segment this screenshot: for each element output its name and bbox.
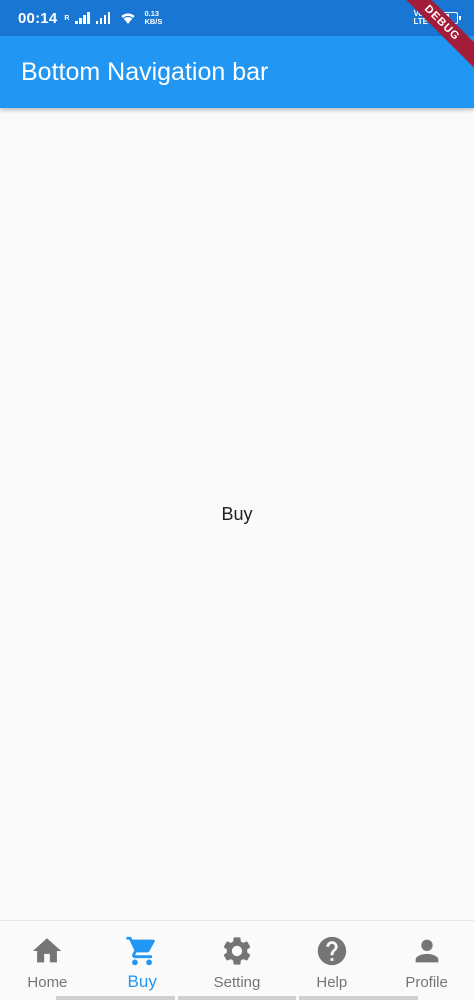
nav-item-setting[interactable]: Setting [190,921,285,1000]
nav-item-buy[interactable]: Buy [95,921,190,1000]
status-left: 00:14 R 0.13 KB/S [18,10,162,27]
nav-item-help[interactable]: Help [284,921,379,1000]
signal-icon-2 [95,12,111,24]
gear-icon [219,933,255,969]
app-title: Bottom Navigation bar [21,57,269,86]
nav-item-profile[interactable]: Profile [379,921,474,1000]
status-bar: 00:14 R 0.13 KB/S Vo LTE [0,0,474,36]
home-icon [29,933,65,969]
bottom-navigation-bar: Home Buy Setting Help Profile [0,920,474,1000]
gesture-bar [56,996,419,1000]
net-speed-unit: KB/S [144,17,163,26]
nav-item-label: Setting [213,974,261,991]
page-content-text: Buy [221,503,253,524]
nav-item-label: Home [27,974,68,991]
page-content: Buy [0,108,474,920]
app-bar: Bottom Navigation bar [0,36,474,108]
signal-icon [75,12,90,24]
cart-icon [124,933,160,969]
roaming-indicator: R [64,14,70,22]
nav-item-label: Help [316,974,348,991]
nav-item-label: Profile [405,974,448,991]
status-time: 00:14 [18,9,58,27]
wifi-icon [121,13,136,24]
nav-item-label: Buy [127,972,157,991]
help-icon [314,933,350,969]
net-speed: 0.13 KB/S [144,10,162,26]
nav-item-home[interactable]: Home [0,921,95,1000]
person-icon [409,933,445,969]
